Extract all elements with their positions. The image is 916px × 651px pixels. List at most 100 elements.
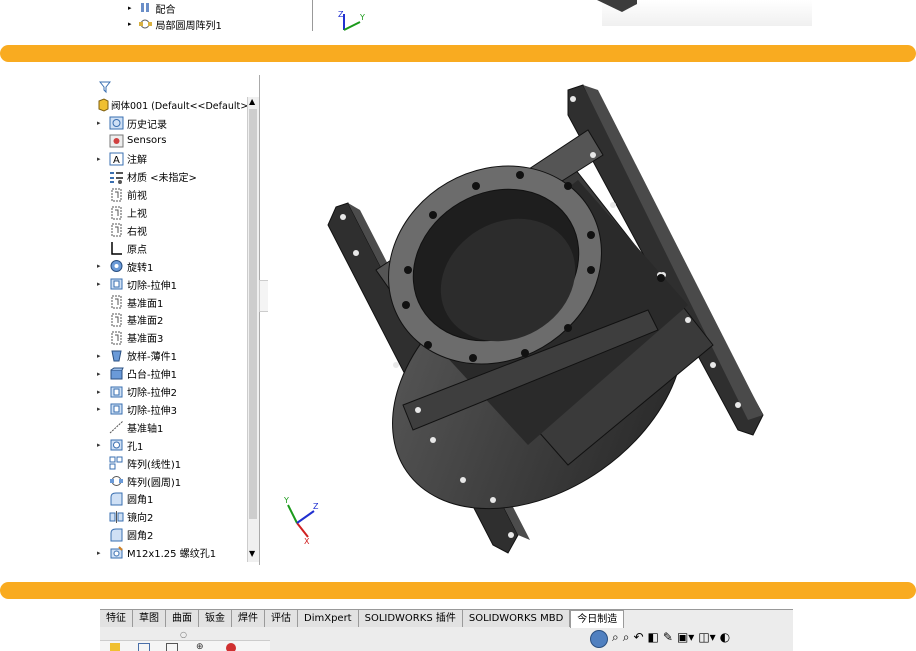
- tree-item-label: 镜向2: [127, 513, 154, 525]
- tree-item[interactable]: ▸ 孔1: [97, 437, 143, 453]
- expand-arrow-icon[interactable]: ▸: [97, 405, 109, 413]
- tree-item-label: 阵列(线性)1: [127, 459, 182, 471]
- tree-item[interactable]: ▸ 切除-拉伸3: [97, 401, 177, 417]
- command-tab[interactable]: 曲面: [166, 610, 199, 627]
- tree-item-mates[interactable]: ▸ 配合: [128, 0, 176, 16]
- heads-up-view-toolbar: ⌕ ⌕ ↶ ◧ ✎ ▣▾ ◫▾ ◐: [590, 630, 730, 648]
- expand-arrow-icon[interactable]: ▸: [97, 280, 109, 288]
- tree-item[interactable]: ▸ A 注解: [97, 151, 147, 167]
- tree-item-label: 基准面3: [127, 334, 164, 346]
- expand-arrow-icon[interactable]: ▸: [128, 4, 132, 12]
- plane-icon: [109, 206, 124, 220]
- tree-item[interactable]: 原点: [97, 240, 147, 256]
- tree-item[interactable]: 阵列(圆周)1: [97, 473, 181, 489]
- tree-item[interactable]: 右视: [97, 222, 147, 238]
- cut-extrude-icon: [109, 402, 124, 416]
- panel-collapse-dot[interactable]: ○: [180, 630, 187, 639]
- tree-item[interactable]: ▸ 旋转1: [97, 258, 153, 274]
- triad-z-label: Z: [338, 10, 344, 19]
- origin-icon: [109, 241, 124, 256]
- plane-icon: [109, 331, 124, 345]
- tree-item-label: 圆角1: [127, 495, 154, 507]
- command-manager: 特征 草图 曲面 钣金 焊件 评估 DimXpert SOLIDWORKS 插件 SOLIDWO…: [100, 609, 793, 651]
- expand-arrow-icon[interactable]: ▸: [97, 549, 109, 557]
- command-tab[interactable]: 焊件: [232, 610, 265, 627]
- tree-item[interactable]: ▸ M12x1.25 螺纹孔1: [97, 545, 216, 561]
- command-tab[interactable]: 今日制造: [570, 610, 625, 628]
- expand-arrow-icon[interactable]: ▸: [97, 388, 109, 396]
- viewport-triad: X Y Z: [283, 496, 319, 545]
- mirror-icon: [109, 510, 124, 524]
- expand-arrow-icon[interactable]: ▸: [128, 20, 132, 28]
- tree-item[interactable]: 圆角2: [97, 527, 153, 543]
- scroll-down-icon[interactable]: ▼: [249, 549, 255, 558]
- triad-z-label: Z: [313, 502, 319, 511]
- view-orientation-icon[interactable]: [590, 630, 608, 648]
- display-style-icon[interactable]: ▣▾: [677, 630, 694, 648]
- tree-item[interactable]: 圆角1: [97, 491, 153, 507]
- scroll-thumb[interactable]: [249, 109, 257, 519]
- tree-item[interactable]: 阵列(线性)1: [97, 455, 181, 471]
- tree-item[interactable]: 上视: [97, 205, 147, 221]
- zoom-to-fit-icon[interactable]: ⌕: [612, 630, 619, 648]
- fillet-icon: [109, 528, 124, 542]
- filter-icon[interactable]: [98, 79, 112, 98]
- graphics-area[interactable]: X Y Z: [268, 75, 824, 565]
- expand-arrow-icon[interactable]: ▸: [97, 352, 109, 360]
- tree-item-local-circular-pattern[interactable]: ▸ 局部圆周阵列1: [128, 16, 222, 32]
- plane-icon: [109, 295, 124, 309]
- tree-item[interactable]: 镜向2: [97, 509, 153, 525]
- tree-item[interactable]: 基准面1: [97, 294, 163, 310]
- fillet-icon: [109, 492, 124, 506]
- top-triad: Z Y: [338, 10, 365, 31]
- tree-item[interactable]: ▸ 切除-拉伸2: [97, 384, 177, 400]
- edit-appearance-icon[interactable]: ◐: [720, 630, 730, 648]
- tree-root[interactable]: 阀体001 (Default<<Default>_Pho: [97, 97, 259, 113]
- command-tab[interactable]: SOLIDWORKS MBD: [462, 610, 571, 627]
- command-tab[interactable]: 特征: [100, 610, 133, 627]
- command-tab[interactable]: 评估: [265, 610, 298, 627]
- expand-arrow-icon[interactable]: ▸: [97, 119, 109, 127]
- tree-item-label: 凸台-拉伸1: [127, 370, 177, 382]
- annotations-icon: A: [109, 152, 124, 166]
- hide-show-icon[interactable]: ◫▾: [698, 630, 715, 648]
- tree-item-label: 切除-拉伸1: [127, 280, 177, 292]
- hole-icon: [109, 438, 124, 452]
- section-view-icon[interactable]: ◧: [648, 630, 659, 648]
- circular-pattern-icon: [109, 474, 124, 488]
- tree-item-label: Sensors: [127, 135, 167, 147]
- expand-arrow-icon[interactable]: ▸: [97, 370, 109, 378]
- tree-item[interactable]: 基准面2: [97, 312, 163, 328]
- expand-arrow-icon[interactable]: ▸: [97, 262, 109, 270]
- tree-item[interactable]: ▸ 放样-薄件1: [97, 348, 177, 364]
- tree-item-label: 历史记录: [127, 119, 167, 131]
- command-tab[interactable]: SOLIDWORKS 插件: [358, 610, 463, 627]
- tree-item[interactable]: 基准轴1: [97, 419, 163, 435]
- tree-scrollbar[interactable]: ▲ ▼: [247, 97, 259, 562]
- circular-pattern-icon: [138, 17, 153, 31]
- tree-item[interactable]: 基准面3: [97, 330, 163, 346]
- tree-item[interactable]: ▸ 切除-拉伸1: [97, 276, 177, 292]
- tree-item-label: 配合: [155, 4, 176, 16]
- tree-item[interactable]: 前视: [97, 187, 147, 203]
- zoom-area-icon[interactable]: ⌕: [623, 630, 630, 648]
- command-tab[interactable]: 草图: [133, 610, 166, 627]
- cut-extrude-icon: [109, 277, 124, 291]
- tree-item[interactable]: Sensors: [97, 133, 167, 149]
- tree-item[interactable]: ▸ 历史记录: [97, 115, 167, 131]
- separator-bar: [0, 45, 916, 62]
- previous-view-icon[interactable]: ↶: [633, 630, 643, 648]
- command-tab[interactable]: DimXpert: [298, 610, 359, 627]
- tree-item[interactable]: 材质 <未指定>: [97, 169, 197, 185]
- dynamic-annotation-icon[interactable]: ✎: [663, 630, 673, 648]
- command-tab[interactable]: 钣金: [199, 610, 232, 627]
- scroll-up-icon[interactable]: ▲: [249, 97, 255, 106]
- expand-arrow-icon[interactable]: ▸: [97, 441, 109, 449]
- revolve-icon: [109, 259, 124, 273]
- triad-y-label: Y: [359, 13, 365, 22]
- tree-item[interactable]: ▸ 凸台-拉伸1: [97, 366, 177, 382]
- tree-item-label: 基准面2: [127, 316, 164, 328]
- tree-item-label: 孔1: [127, 441, 144, 453]
- cut-extrude-icon: [109, 385, 124, 399]
- expand-arrow-icon[interactable]: ▸: [97, 155, 109, 163]
